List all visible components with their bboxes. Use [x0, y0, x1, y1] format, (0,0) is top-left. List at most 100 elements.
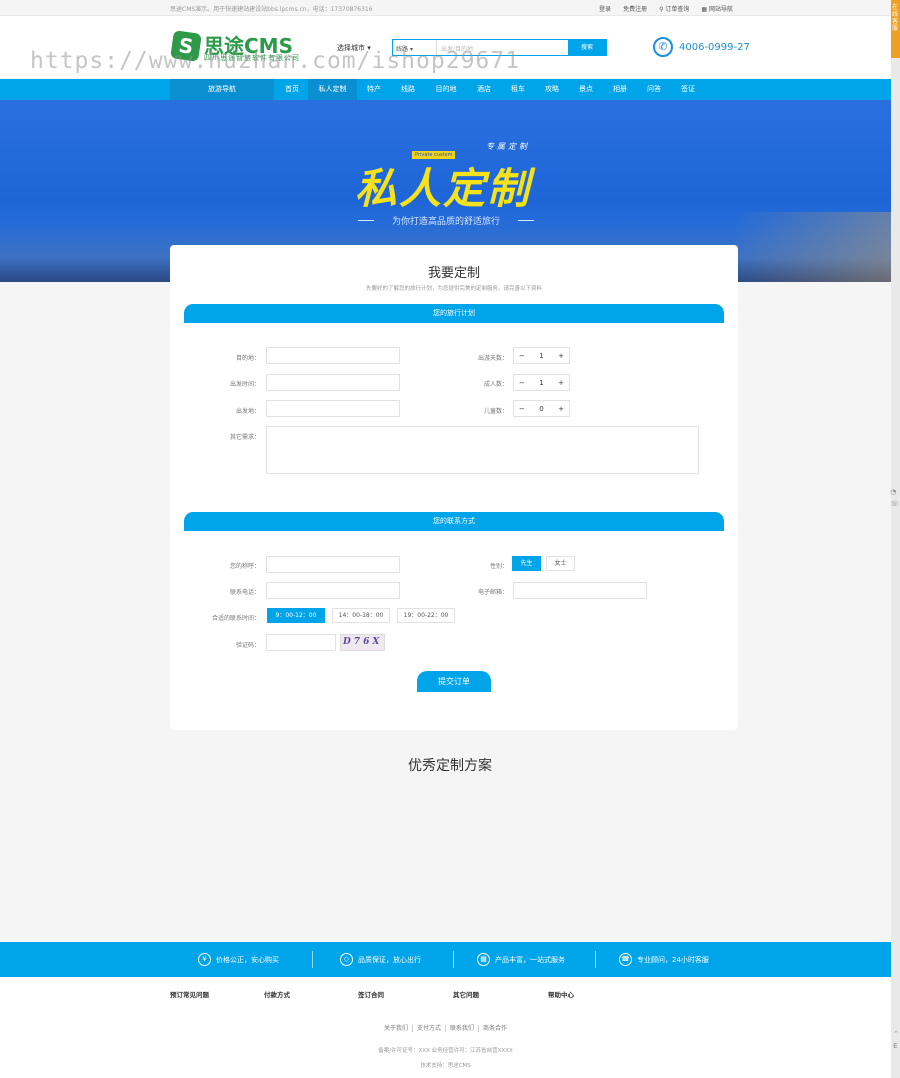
- banner-title: 私人定制: [355, 164, 532, 213]
- other-needs-label: 其它需求：: [229, 434, 260, 441]
- name-label: 您的称呼：: [229, 563, 260, 570]
- gender-male-button[interactable]: 先生: [512, 556, 541, 571]
- main-nav: 旅游导航 首页 私人定制 特产 线路 目的地 酒店 租车 攻略 景点 相册 问答…: [0, 79, 891, 100]
- custom-order-form: 我要定制 先要好的了解您的旅行计划，为您提供完美的定制服务。请完善以下资料 您的…: [170, 245, 738, 730]
- feature-products: ▦ 产品丰富，一站式服务: [477, 942, 565, 977]
- phone-icon[interactable]: ☏: [890, 498, 899, 510]
- submit-order-button[interactable]: 提交订单: [417, 671, 491, 692]
- footer-col-payment[interactable]: 付款方式: [264, 989, 290, 999]
- plus-icon[interactable]: +: [558, 352, 564, 360]
- nav-item-custom[interactable]: 私人定制: [308, 79, 357, 100]
- depart-place-input[interactable]: [266, 400, 400, 417]
- side-bottom-tools: ⌃ E: [893, 1028, 899, 1052]
- footer-link-about[interactable]: 关于我们: [379, 1025, 413, 1032]
- destination-input[interactable]: [266, 347, 400, 364]
- nav-item-spots[interactable]: 景点: [572, 79, 600, 100]
- nav-item-guides[interactable]: 攻略: [538, 79, 566, 100]
- children-value[interactable]: 0: [539, 405, 543, 413]
- plus-icon[interactable]: +: [558, 379, 564, 387]
- order-query-link[interactable]: ⚲ 订单查询: [659, 4, 689, 13]
- yen-icon: ¥: [198, 953, 211, 966]
- footer-col-contract[interactable]: 签订合同: [358, 989, 384, 999]
- phone-label: 联系电话：: [229, 589, 260, 596]
- top-bar: 思途CMS演示。用于快速建站建设站bbs.lpcms.cn，电话：1737087…: [0, 0, 891, 16]
- form-intro: 先要好的了解您的旅行计划，为您提供完美的定制服务。请完善以下资料: [365, 286, 542, 292]
- nav-item-home[interactable]: 首页: [277, 79, 307, 100]
- email-label: 电子邮箱：: [477, 589, 508, 596]
- register-link[interactable]: 免费注册: [623, 4, 647, 13]
- minus-icon[interactable]: −: [519, 379, 525, 387]
- site-nav-link[interactable]: ▦ 网站导航: [701, 4, 733, 13]
- online-service-tab[interactable]: 在线客服: [891, 0, 900, 58]
- children-stepper: − 0 +: [513, 400, 570, 417]
- hotline-number: 4006-0999-27: [679, 42, 750, 53]
- footer-link-business[interactable]: 商务合作: [479, 1025, 511, 1032]
- children-label: 儿童数：: [483, 408, 508, 415]
- page-scrollbar[interactable]: [891, 0, 900, 1078]
- minus-icon[interactable]: −: [519, 405, 525, 413]
- nav-item-hotel[interactable]: 酒店: [470, 79, 498, 100]
- footer-col-faq[interactable]: 预订常见问题: [170, 989, 209, 999]
- footer: 预订常见问题 付款方式 签订合同 其它问题 帮助中心 关于我们 支付方式 联系我们商…: [0, 977, 891, 1078]
- nav-item-specialty[interactable]: 特产: [360, 79, 388, 100]
- watermark-text: https://www.huzhan.com/ishop29671: [30, 48, 520, 74]
- feature-service: ☎ 专业顾问，24小时客服: [619, 942, 709, 977]
- minus-icon[interactable]: −: [519, 352, 525, 360]
- days-value[interactable]: 1: [539, 352, 543, 360]
- feature-divider: [312, 951, 313, 968]
- adults-stepper: − 1 +: [513, 374, 570, 391]
- footer-col-help[interactable]: 帮助中心: [548, 989, 574, 999]
- plus-icon[interactable]: +: [558, 405, 564, 413]
- headset-icon: ☎: [619, 953, 632, 966]
- depart-place-label: 出发地：: [235, 408, 260, 415]
- features-strip: ¥ 价格公正，安心购买 ◇ 品质保证，放心出行 ▦ 产品丰富，一站式服务 ☎ 专业顾问，…: [0, 942, 891, 977]
- nav-item-routes[interactable]: 线路: [394, 79, 422, 100]
- edge-icon[interactable]: E: [893, 1040, 899, 1052]
- login-link[interactable]: 登录: [599, 4, 611, 13]
- other-needs-textarea[interactable]: [266, 426, 699, 474]
- grid-icon: ▦: [701, 6, 709, 13]
- depart-time-label: 出发时间：: [229, 381, 260, 388]
- captcha-label: 验证码：: [235, 642, 260, 649]
- time-option-evening[interactable]: 19：00-22：00: [397, 608, 455, 623]
- destination-label: 目的地：: [235, 355, 260, 362]
- name-input[interactable]: [266, 556, 400, 573]
- city-lights: [731, 212, 891, 282]
- depart-time-input[interactable]: [266, 374, 400, 391]
- chat-icon[interactable]: ◔: [890, 486, 899, 498]
- days-stepper: − 1 +: [513, 347, 570, 364]
- nav-item-visa[interactable]: 签证: [674, 79, 702, 100]
- captcha-image[interactable]: D76X: [340, 634, 385, 651]
- footer-link-pay[interactable]: 支付方式: [412, 1025, 446, 1032]
- email-input[interactable]: [513, 582, 647, 599]
- section-travel-plan: 您的旅行计划: [184, 304, 724, 323]
- nav-item-destination[interactable]: 目的地: [429, 79, 463, 100]
- footer-links: 关于我们 支付方式 联系我们 商务合作: [0, 1023, 891, 1032]
- adults-label: 成人数：: [483, 381, 508, 388]
- plans-section-title: 优秀定制方案: [408, 758, 492, 774]
- nav-item-qa[interactable]: 问答: [640, 79, 668, 100]
- feature-quality: ◇ 品质保证，放心出行: [340, 942, 421, 977]
- travel-guide-menu[interactable]: 旅游导航: [170, 79, 274, 100]
- nav-item-album[interactable]: 相册: [606, 79, 634, 100]
- diamond-icon: ◇: [340, 953, 353, 966]
- footer-icp: 备案/许可证号：XXX 业务经营许可：江苏省自营XXXX: [378, 1048, 513, 1054]
- time-option-morning[interactable]: 9：00-12：00: [267, 608, 325, 623]
- gender-female-button[interactable]: 女士: [546, 556, 575, 571]
- section-contact: 您的联系方式: [184, 512, 724, 531]
- footer-link-contact[interactable]: 联系我们: [446, 1025, 480, 1032]
- back-to-top-icon[interactable]: ⌃: [893, 1028, 899, 1040]
- time-option-afternoon[interactable]: 14：00-18：00: [332, 608, 390, 623]
- banner-slogan: 为你打造高品质的舒适旅行: [358, 214, 534, 227]
- feature-divider: [595, 951, 596, 968]
- footer-col-other[interactable]: 其它问题: [453, 989, 479, 999]
- phone-input[interactable]: [266, 582, 400, 599]
- site-notice: 思途CMS演示。用于快速建站建设站bbs.lpcms.cn，电话：1737087…: [170, 6, 373, 13]
- search-button[interactable]: 搜索: [568, 40, 606, 55]
- phone-icon: ✆: [653, 37, 673, 57]
- captcha-input[interactable]: [266, 634, 336, 651]
- nav-item-car[interactable]: 租车: [504, 79, 532, 100]
- adults-value[interactable]: 1: [539, 379, 543, 387]
- form-title: 我要定制: [427, 266, 480, 281]
- feature-price: ¥ 价格公正，安心购买: [198, 942, 279, 977]
